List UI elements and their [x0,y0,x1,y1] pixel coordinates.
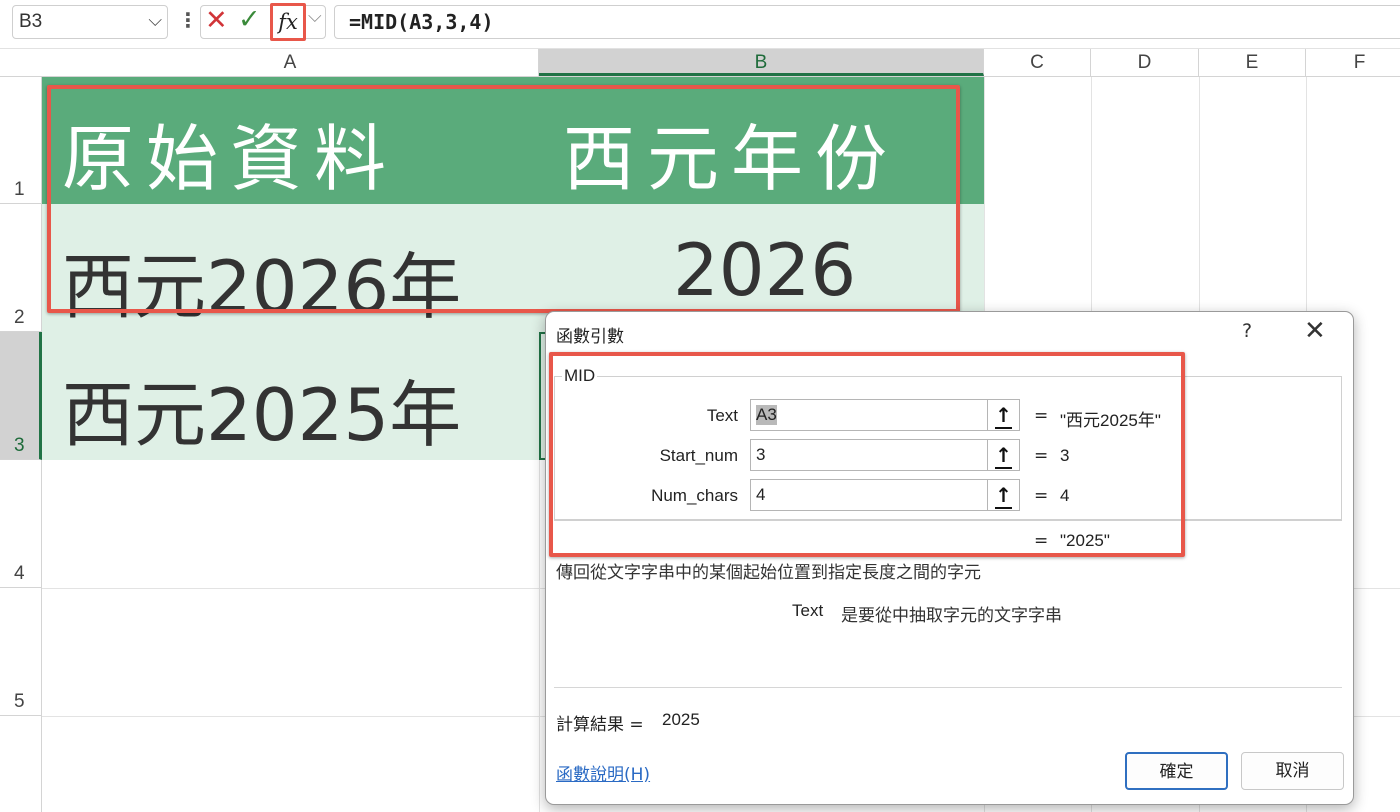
function-description: 傳回從文字字串中的某個起始位置到指定長度之間的字元 [556,563,981,583]
column-header-b[interactable]: B [539,49,984,76]
column-header-f[interactable]: F [1306,49,1400,76]
function-arguments-dialog: 函數引數 ? ✕ MID Text A3 ↑ = "西元2025年" Start… [545,311,1354,805]
column-header-e[interactable]: E [1199,49,1306,76]
row-header-1[interactable]: 1 [0,77,42,204]
column-header-a[interactable]: A [42,49,539,76]
formula-text: =MID(A3,3,4) [349,10,494,34]
name-box[interactable]: B3 ⌵ [12,5,168,39]
check-icon[interactable]: ✓ [238,4,261,35]
row-header-6[interactable] [0,716,42,812]
row-header-4[interactable]: 4 [0,460,42,588]
cancel-icon[interactable]: ✕ [205,5,228,36]
help-icon[interactable]: ? [1242,320,1252,342]
row-header-5[interactable]: 5 [0,588,42,716]
more-options-icon[interactable]: ⋮ [178,8,198,32]
column-header-c[interactable]: C [984,49,1091,76]
insert-function-button[interactable]: fx [270,3,306,41]
row-header-2[interactable]: 2 [0,204,42,332]
formula-bar: B3 ⌵ ⋮ ✕ ✓ fx ⌵ =MID(A3,3,4) [0,0,1400,49]
fx-icon: fx [278,10,298,34]
arg-description-name: Text [792,601,824,620]
annotation-highlight [47,85,960,313]
function-help-link[interactable]: 函數說明(H) [556,760,650,785]
chevron-down-icon[interactable]: ⌵ [308,6,322,27]
calc-result-label: 計算結果 = [556,715,644,735]
row-header-3[interactable]: 3 [0,332,42,460]
column-headers: A B C D E F [0,49,1400,77]
arg-description-text: 是要從中抽取字元的文字字串 [841,606,1062,626]
annotation-highlight [549,352,1185,557]
cell-a3[interactable]: 西元2025年 [62,356,461,461]
chevron-down-icon[interactable]: ⌵ [148,10,162,31]
close-icon[interactable]: ✕ [1304,316,1326,346]
dialog-title: 函數引數 [556,327,624,347]
calc-result-value: 2025 [662,710,700,729]
formula-input[interactable]: =MID(A3,3,4) [334,5,1400,39]
name-box-value: B3 [19,11,43,32]
column-header-d[interactable]: D [1091,49,1199,76]
ok-button[interactable]: 確定 [1125,752,1228,790]
divider [554,687,1342,688]
cancel-button[interactable]: 取消 [1241,752,1344,790]
